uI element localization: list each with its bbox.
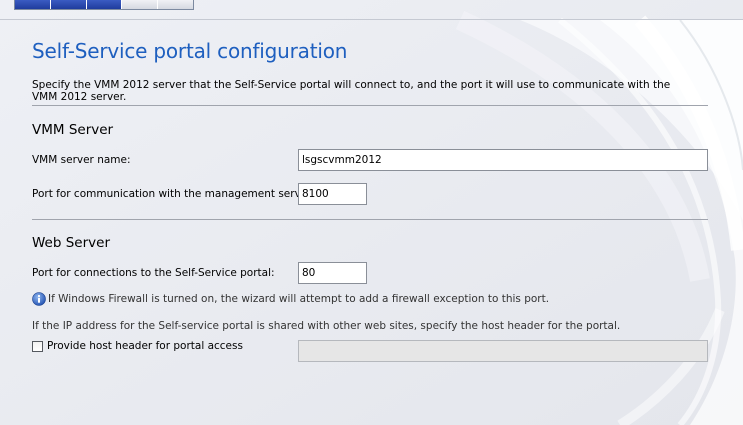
firewall-info: If Windows Firewall is turned on, the wi… bbox=[32, 292, 549, 306]
vmm-server-name-input[interactable]: lsgscvmm2012 bbox=[298, 149, 708, 171]
progress-step-complete bbox=[15, 0, 51, 9]
host-header-hint: If the IP address for the Self-service p… bbox=[32, 320, 621, 332]
section-divider-top bbox=[32, 105, 708, 106]
host-header-input[interactable] bbox=[298, 340, 708, 362]
host-header-checkbox-label[interactable]: Provide host header for portal access bbox=[47, 340, 243, 352]
web-server-heading: Web Server bbox=[32, 235, 110, 251]
portal-port-label: Port for connections to the Self-Service… bbox=[32, 267, 275, 279]
page-description: Specify the VMM 2012 server that the Sel… bbox=[32, 79, 671, 103]
vmm-server-name-label: VMM server name: bbox=[32, 154, 131, 166]
progress-step-pending bbox=[122, 0, 159, 9]
page-title: Self-Service portal configuration bbox=[32, 39, 348, 63]
wizard-page: Self-Service portal configuration Specif… bbox=[0, 0, 743, 425]
info-icon bbox=[32, 292, 46, 306]
progress-step-complete bbox=[50, 0, 87, 9]
host-header-checkbox[interactable] bbox=[32, 340, 43, 352]
firewall-info-text: If Windows Firewall is turned on, the wi… bbox=[48, 293, 550, 305]
vmm-server-heading: VMM Server bbox=[32, 122, 114, 138]
host-header-checkbox-row[interactable]: Provide host header for portal access bbox=[32, 340, 243, 352]
wizard-progress-bar bbox=[14, 0, 194, 10]
section-divider-middle bbox=[32, 219, 708, 220]
progress-step-complete bbox=[86, 0, 123, 9]
portal-port-input[interactable]: 80 bbox=[298, 262, 367, 284]
header-divider bbox=[0, 19, 743, 20]
management-port-input[interactable]: 8100 bbox=[298, 183, 367, 205]
progress-step-pending bbox=[158, 0, 193, 9]
management-port-label: Port for communication with the manageme… bbox=[32, 188, 315, 200]
